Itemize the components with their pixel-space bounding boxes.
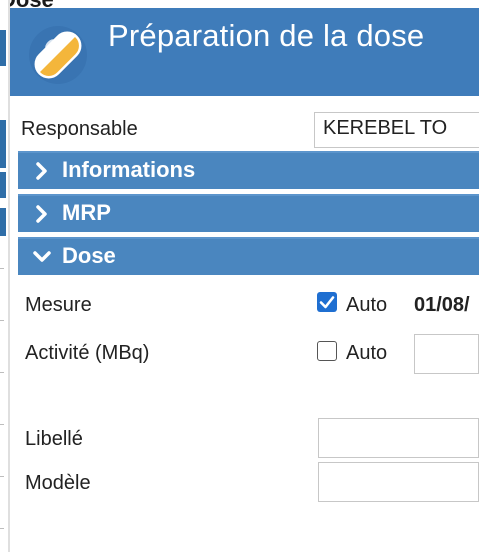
chevron-down-icon (33, 251, 51, 262)
section-dose-label: Dose (62, 243, 116, 268)
section-dose[interactable]: Dose (18, 237, 479, 275)
dialog-header: Préparation de la dose (10, 8, 479, 96)
mesure-auto-label: Auto (346, 294, 388, 316)
section-informations-label: Informations (62, 157, 196, 182)
modele-field[interactable] (318, 462, 479, 502)
mesure-value: 01/08/ (414, 294, 470, 316)
activite-field[interactable] (414, 334, 479, 374)
mesure-auto-checkbox[interactable] (317, 292, 337, 312)
libelle-label: Libellé (25, 428, 83, 450)
responsable-label: Responsable (21, 118, 138, 140)
chevron-right-icon (36, 205, 47, 223)
dialog-title: Préparation de la dose (108, 18, 425, 53)
activite-label: Activité (MBq) (25, 342, 150, 364)
responsable-field[interactable]: KEREBEL TO (314, 112, 479, 148)
libelle-field[interactable] (318, 418, 479, 458)
checkmark-icon (319, 296, 335, 309)
section-mrp[interactable]: MRP (18, 194, 479, 232)
activite-auto-label: Auto (346, 342, 388, 364)
background-window-edge (0, 0, 8, 552)
dose-preparation-dialog: Préparation de la dose Responsable KEREB… (10, 8, 479, 552)
section-mrp-label: MRP (62, 200, 111, 225)
chevron-right-icon (36, 162, 47, 180)
modele-label: Modèle (25, 472, 91, 494)
section-informations[interactable]: Informations (18, 151, 479, 189)
mesure-label: Mesure (25, 294, 92, 316)
pill-capsule-icon (29, 26, 87, 84)
activite-auto-checkbox[interactable] (317, 341, 337, 361)
